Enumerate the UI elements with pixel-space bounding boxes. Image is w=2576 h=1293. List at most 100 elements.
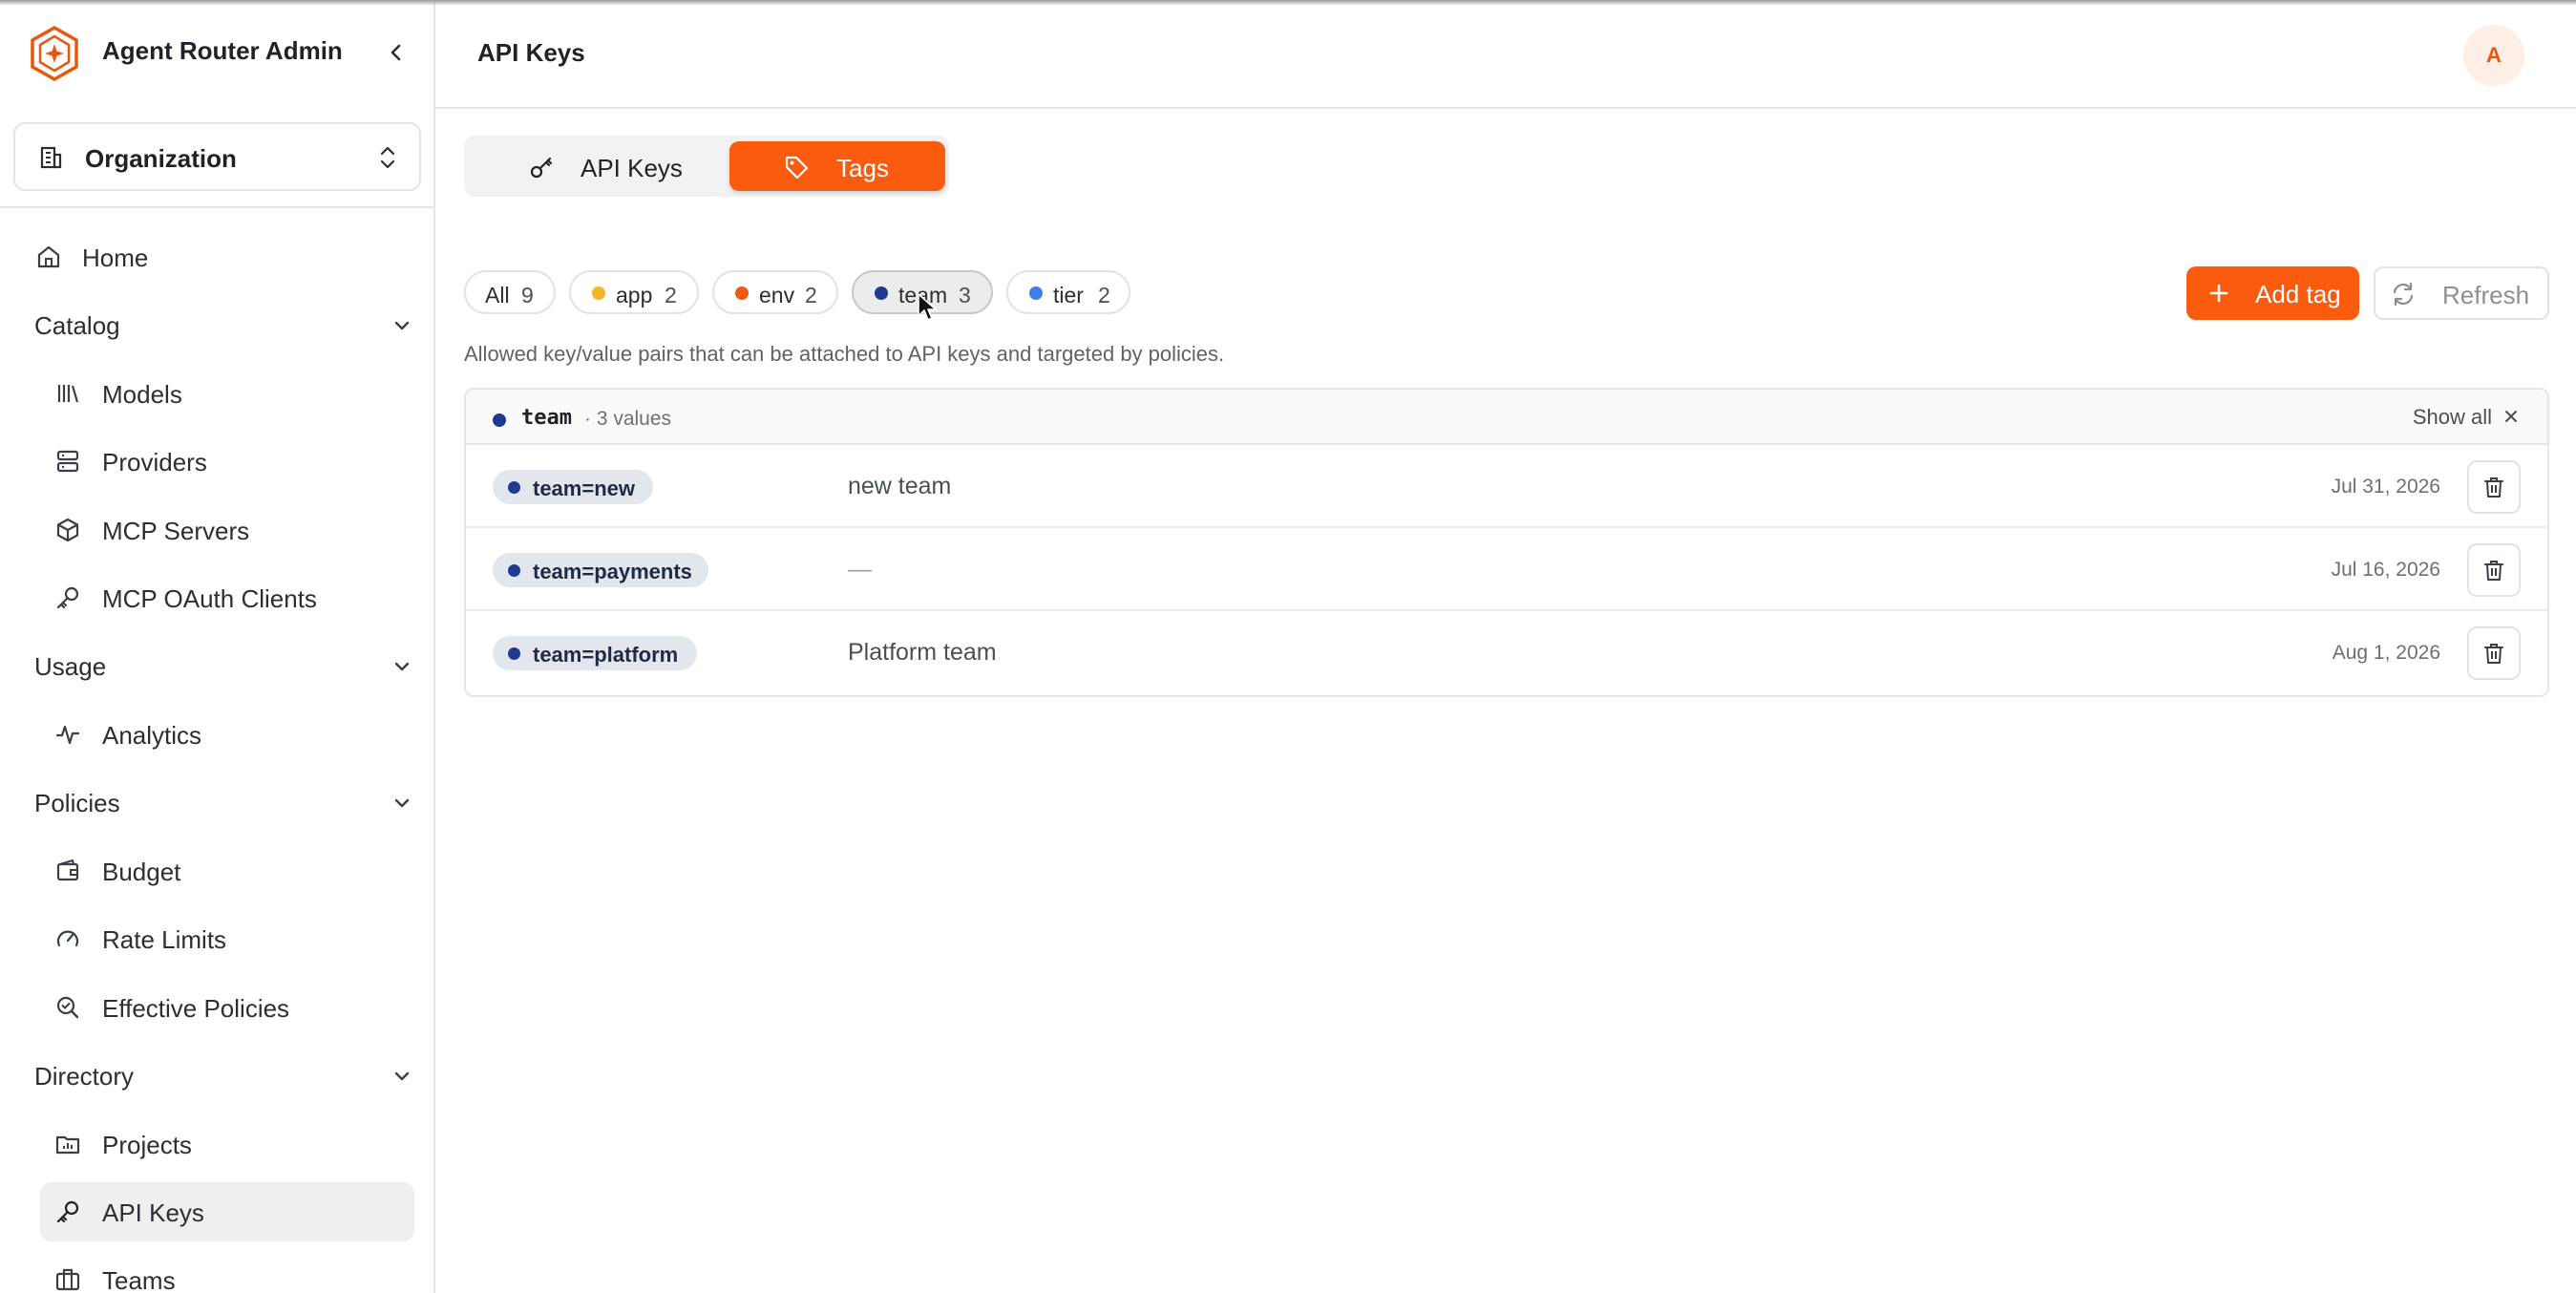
chip-label: tier [1053, 283, 1084, 307]
section-label: Catalog [34, 311, 120, 340]
group-value-count: · 3 values [584, 408, 672, 430]
delete-button[interactable] [2467, 543, 2521, 597]
chip-count: 9 [521, 283, 534, 307]
delete-button[interactable] [2467, 460, 2521, 514]
sidebar-item-rate-limits[interactable]: Rate Limits [40, 909, 414, 968]
table-row: team=payments — Jul 16, 2026 [466, 528, 2547, 611]
sidebar-item-label: Providers [102, 448, 207, 477]
tab-label: Tags [836, 154, 889, 182]
chevron-down-icon [394, 798, 410, 808]
button-label: Add tag [2255, 280, 2341, 308]
sidebar-item-label: Projects [102, 1131, 192, 1159]
chevron-down-icon [394, 1071, 410, 1081]
color-dot [508, 647, 520, 660]
table-group-header: team · 3 values Show all [466, 390, 2547, 445]
section-label: Policies [34, 789, 120, 817]
chip-count: 2 [1098, 283, 1110, 307]
page-title: API Keys [477, 38, 585, 67]
tags-description: Allowed key/value pairs that can be atta… [464, 342, 1225, 366]
sidebar-item-projects[interactable]: Projects [40, 1114, 414, 1174]
wallet-icon [56, 858, 79, 881]
sidebar-item-providers[interactable]: Providers [40, 432, 414, 491]
tag-values-table: team · 3 values Show all team=new new te… [464, 388, 2549, 697]
collapse-sidebar-icon[interactable] [382, 38, 411, 67]
chip-label: app [616, 283, 653, 307]
sidebar-item-home[interactable]: Home [23, 227, 414, 286]
sidebar-item-label: MCP OAuth Clients [102, 584, 317, 613]
sidebar-item-label: Home [82, 244, 149, 272]
sidebar-item-effective-policies[interactable]: Effective Policies [40, 978, 414, 1037]
tag-pill-label: team=platform [533, 643, 679, 667]
tag-description: — [848, 556, 872, 583]
sidebar: Agent Router Admin Organization Home Cat… [0, 0, 435, 1293]
organization-selector[interactable]: Organization [13, 122, 421, 191]
search-check-icon [56, 996, 79, 1019]
refresh-button[interactable]: Refresh [2374, 266, 2549, 320]
app-title: Agent Router Admin [102, 36, 343, 65]
chevron-down-icon [394, 662, 410, 671]
view-tabs: API Keys Tags [464, 136, 949, 197]
box-icon [56, 518, 79, 542]
sidebar-item-budget[interactable]: Budget [40, 841, 414, 901]
sidebar-item-label: Effective Policies [102, 994, 290, 1023]
chip-count: 2 [805, 283, 817, 307]
chevron-up-down-icon [380, 146, 395, 169]
sidebar-item-api-keys[interactable]: API Keys [40, 1182, 414, 1241]
sidebar-section-usage[interactable]: Usage [21, 643, 414, 690]
chevron-down-icon [394, 321, 410, 330]
avatar[interactable]: A [2463, 25, 2524, 86]
activity-icon [55, 725, 80, 745]
top-header: API Keys A [435, 0, 2576, 109]
sidebar-section-policies[interactable]: Policies [21, 779, 414, 827]
briefcase-icon [55, 1268, 80, 1291]
sidebar-item-label: Budget [102, 858, 181, 886]
sidebar-item-label: Models [102, 380, 182, 409]
sidebar-item-models[interactable]: Models [40, 364, 414, 423]
folder-chart-icon [55, 1135, 80, 1155]
sidebar-item-analytics[interactable]: Analytics [40, 705, 414, 764]
color-dot [875, 286, 888, 300]
sidebar-section-catalog[interactable]: Catalog [21, 302, 414, 350]
tab-api-keys[interactable]: API Keys [470, 141, 710, 191]
sidebar-item-mcp-servers[interactable]: MCP Servers [40, 500, 414, 560]
sidebar-item-teams[interactable]: Teams [40, 1250, 414, 1293]
filter-chip-app[interactable]: app 2 [569, 270, 699, 314]
tag-description: new team [848, 473, 952, 499]
close-icon [2505, 411, 2517, 422]
tab-tags[interactable]: Tags [729, 141, 945, 191]
sidebar-item-label: Analytics [102, 721, 202, 750]
table-row: team=platform Platform team Aug 1, 2026 [466, 611, 2547, 694]
sidebar-section-directory[interactable]: Directory [21, 1052, 414, 1100]
chip-label: All [485, 283, 510, 307]
organization-label: Organization [85, 144, 237, 173]
tab-label: API Keys [581, 154, 683, 182]
key-icon [530, 157, 553, 179]
sidebar-item-label: API Keys [102, 1198, 204, 1227]
color-dot [1029, 286, 1043, 300]
trash-icon [2484, 561, 2503, 581]
trash-icon [2484, 477, 2503, 498]
filter-chip-tier[interactable]: tier 2 [1006, 270, 1130, 314]
chip-count: 3 [959, 283, 971, 307]
window-top-edge [0, 0, 2576, 6]
tag-pill: team=platform [493, 636, 697, 670]
key-icon [56, 1200, 79, 1223]
refresh-icon [2393, 282, 2414, 307]
chip-count: 2 [665, 283, 677, 307]
sidebar-item-mcp-oauth-clients[interactable]: MCP OAuth Clients [40, 568, 414, 627]
tag-description: Platform team [848, 639, 997, 666]
gauge-icon [56, 930, 79, 947]
building-icon [40, 146, 62, 169]
add-tag-button[interactable]: Add tag [2186, 266, 2359, 320]
color-dot [493, 413, 506, 427]
tag-pill-label: team=new [533, 477, 635, 500]
color-dot [735, 286, 749, 300]
logo-icon [31, 25, 78, 82]
delete-button[interactable] [2467, 626, 2521, 680]
filter-chip-all[interactable]: All 9 [464, 270, 556, 314]
section-label: Usage [34, 652, 107, 681]
filter-chip-env[interactable]: env 2 [712, 270, 838, 314]
button-label: Show all [2412, 405, 2492, 429]
home-icon [37, 245, 60, 268]
sidebar-item-label: Rate Limits [102, 925, 227, 954]
